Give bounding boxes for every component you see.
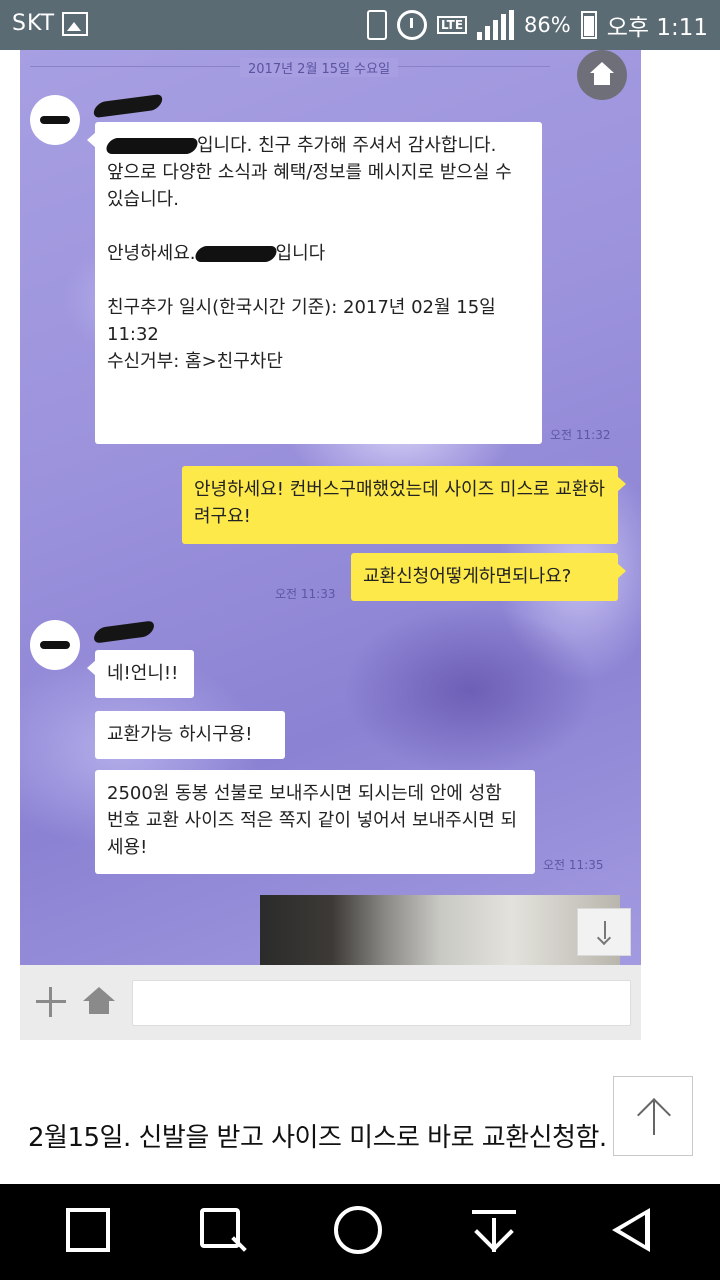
avatar[interactable] <box>30 620 80 670</box>
signal-icon <box>477 10 515 40</box>
carrier-label: SKT <box>12 11 56 36</box>
my-message-bubble: 교환신청어떻게하면되나요? <box>351 553 626 601</box>
status-bar: SKT LTE 86% 오후 1:11 <box>0 0 720 50</box>
scroll-to-top-button[interactable] <box>613 1076 693 1156</box>
battery-icon <box>580 11 597 39</box>
back-icon[interactable] <box>606 1204 662 1260</box>
photo-message[interactable] <box>260 895 620 965</box>
plus-icon[interactable] <box>34 985 68 1019</box>
home-icon[interactable] <box>82 987 116 1017</box>
message-time: 오전 11:32 <box>550 428 611 442</box>
notification-pull-icon[interactable] <box>468 1204 524 1260</box>
message-bubble: 네!언니!! <box>87 650 194 698</box>
avatar[interactable] <box>30 95 80 145</box>
redacted-text <box>192 246 279 262</box>
home-fab-icon[interactable] <box>577 50 627 100</box>
message-text: 친구추가 일시(한국시간 기준): 2017년 02월 15일 11:32 수신… <box>107 297 496 372</box>
message-input[interactable] <box>132 980 631 1026</box>
chat-screenshot: 2017년 2월 15일 수요일 입니다. 친구 추가해 주셔서 감사합니다. … <box>20 50 641 965</box>
redacted-text <box>104 138 200 154</box>
scroll-down-button[interactable] <box>577 908 631 956</box>
recent-apps-icon[interactable] <box>62 1204 118 1260</box>
navigation-bar <box>0 1184 720 1280</box>
message-text: 입니다 <box>275 243 326 264</box>
qslide-icon[interactable] <box>196 1204 252 1260</box>
gallery-icon <box>62 12 88 36</box>
message-bubble: 입니다. 친구 추가해 주셔서 감사합니다. 앞으로 다양한 소식과 혜택/정보… <box>87 122 542 444</box>
battery-percent: 86% <box>524 13 571 37</box>
my-message-bubble: 안녕하세요! 컨버스구매했었는데 사이즈 미스로 교환하려구요! <box>182 466 626 544</box>
message-bubble: 2500원 동봉 선불로 보내주시면 되시는데 안에 성함 번호 교환 사이즈 … <box>95 770 535 874</box>
message-time: 오전 11:33 <box>275 587 336 601</box>
message-bubble: 교환가능 하시구용! <box>95 711 285 759</box>
lte-icon: LTE <box>436 16 468 34</box>
message-time: 오전 11:35 <box>543 858 604 872</box>
sender-name-redacted <box>91 93 165 119</box>
vibrate-icon <box>366 10 387 40</box>
post-caption: 2월15일. 신발을 받고 사이즈 미스로 바로 교환신청함. <box>28 1123 607 1153</box>
alarm-icon <box>396 10 427 40</box>
status-icons: LTE 86% 오후 1:11 <box>366 8 708 42</box>
chat-input-bar <box>20 965 641 1040</box>
clock: 오후 1:11 <box>606 15 708 41</box>
home-circle-icon[interactable] <box>332 1204 388 1260</box>
date-label: 2017년 2월 15일 수요일 <box>240 58 399 77</box>
sender-name-redacted <box>91 620 157 644</box>
